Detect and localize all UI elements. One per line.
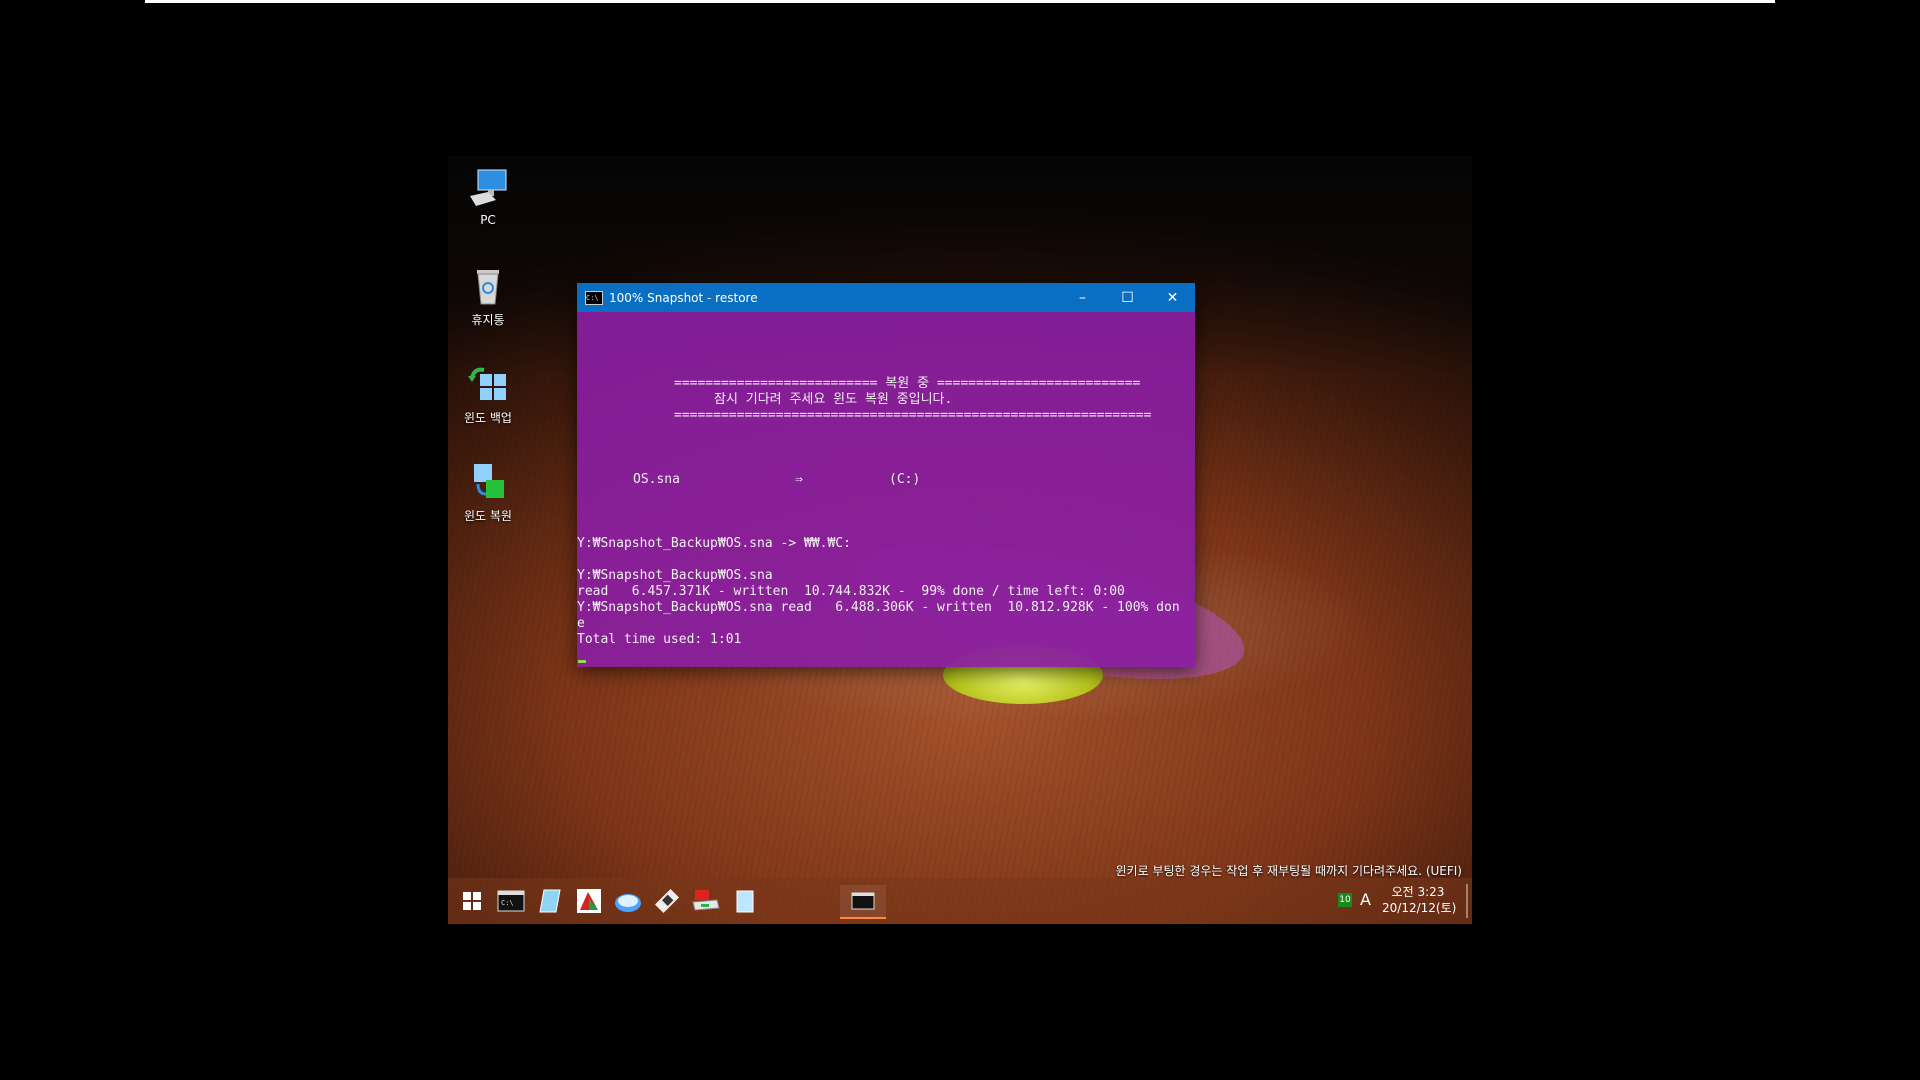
console-arrow: ⇒ (795, 472, 803, 487)
minimize-button[interactable]: – (1060, 283, 1105, 312)
svg-text:C:\: C:\ (501, 899, 514, 907)
cmd-icon: C:\ (585, 290, 603, 305)
maximize-button[interactable]: ☐ (1105, 283, 1150, 312)
start-icon[interactable] (456, 885, 488, 917)
console-line: e (577, 616, 585, 631)
clock-time: 오전 3:23 (1391, 885, 1445, 899)
console-header-line: ========================== 복원 중 ========… (674, 376, 1141, 391)
console-header-line: ========================================… (674, 408, 1152, 423)
taskbar-active-console[interactable] (840, 885, 886, 919)
desktop-icon-windows-restore[interactable]: 윈도 복원 (448, 460, 528, 524)
partition-tool-icon[interactable] (573, 885, 605, 917)
console-total-time: Total time used: 1:01 (577, 632, 742, 647)
console-wait-message: 잠시 기다려 주세요 윈도 복원 중입니다. (714, 392, 953, 407)
window-title: 100% Snapshot - restore (609, 290, 758, 305)
console-cursor (578, 660, 586, 663)
notepad-icon[interactable] (534, 885, 566, 917)
ime-indicator[interactable]: A (1360, 890, 1371, 909)
status-message: 윈키로 부팅한 경우는 작업 후 재부팅될 때까지 기다려주세요. (UEFI) (1115, 864, 1462, 878)
console-output[interactable]: ========================== 복원 중 ========… (577, 312, 1195, 667)
taskbar: C:\ 10 A 오전 3:23 20/12/12(토) (448, 878, 1472, 924)
console-line: Y:₩Snapshot_Backup₩OS.sna (577, 568, 773, 583)
desktop-icon-label: 휴지통 (471, 313, 505, 327)
desktop-icon-windows-backup[interactable]: 윈도 백업 (448, 362, 528, 426)
close-button[interactable]: ✕ (1150, 283, 1195, 312)
console-line: Y:₩Snapshot_Backup₩OS.sna -> ₩₩.₩C: (577, 536, 851, 551)
clock-date: 20/12/12(토) (1382, 901, 1457, 915)
disk-icon[interactable] (612, 885, 644, 917)
show-desktop-button[interactable] (1466, 884, 1468, 918)
console-window[interactable]: C:\ 100% Snapshot - restore – ☐ ✕ ======… (577, 283, 1195, 667)
usb-icon[interactable] (651, 885, 683, 917)
drive-icon[interactable] (690, 885, 722, 917)
clipboard-icon[interactable] (729, 885, 761, 917)
top-border-line (145, 0, 1775, 3)
desktop-icon-label: PC (480, 213, 496, 227)
windows-backup-icon (466, 362, 510, 406)
cmd-icon[interactable]: C:\ (495, 885, 527, 917)
windows-restore-icon (466, 460, 510, 504)
console-source-file: OS.sna (633, 472, 680, 487)
console-progress-line: read 6.457.371K - written 10.744.832K - … (577, 584, 1125, 599)
desktop-icon-pc[interactable]: PC (448, 166, 528, 227)
console-target-drive: (C:) (889, 472, 921, 487)
desktop-screen: PC 휴지통 윈도 백업 윈도 복원 C:\ 100% Snapshot - r… (448, 156, 1472, 924)
computer-icon (466, 166, 510, 210)
desktop-icon-label: 윈도 복원 (464, 509, 512, 523)
window-titlebar[interactable]: C:\ 100% Snapshot - restore – ☐ ✕ (577, 283, 1195, 312)
desktop-icon-recycle-bin[interactable]: 휴지통 (448, 264, 528, 328)
console-progress-line: Y:₩Snapshot_Backup₩OS.sna read 6.488.306… (577, 600, 1180, 615)
desktop-icon-label: 윈도 백업 (464, 411, 512, 425)
recycle-bin-icon (466, 264, 510, 308)
tray-badge[interactable]: 10 (1338, 893, 1352, 907)
clock[interactable]: 오전 3:23 20/12/12(토) (1382, 884, 1457, 916)
